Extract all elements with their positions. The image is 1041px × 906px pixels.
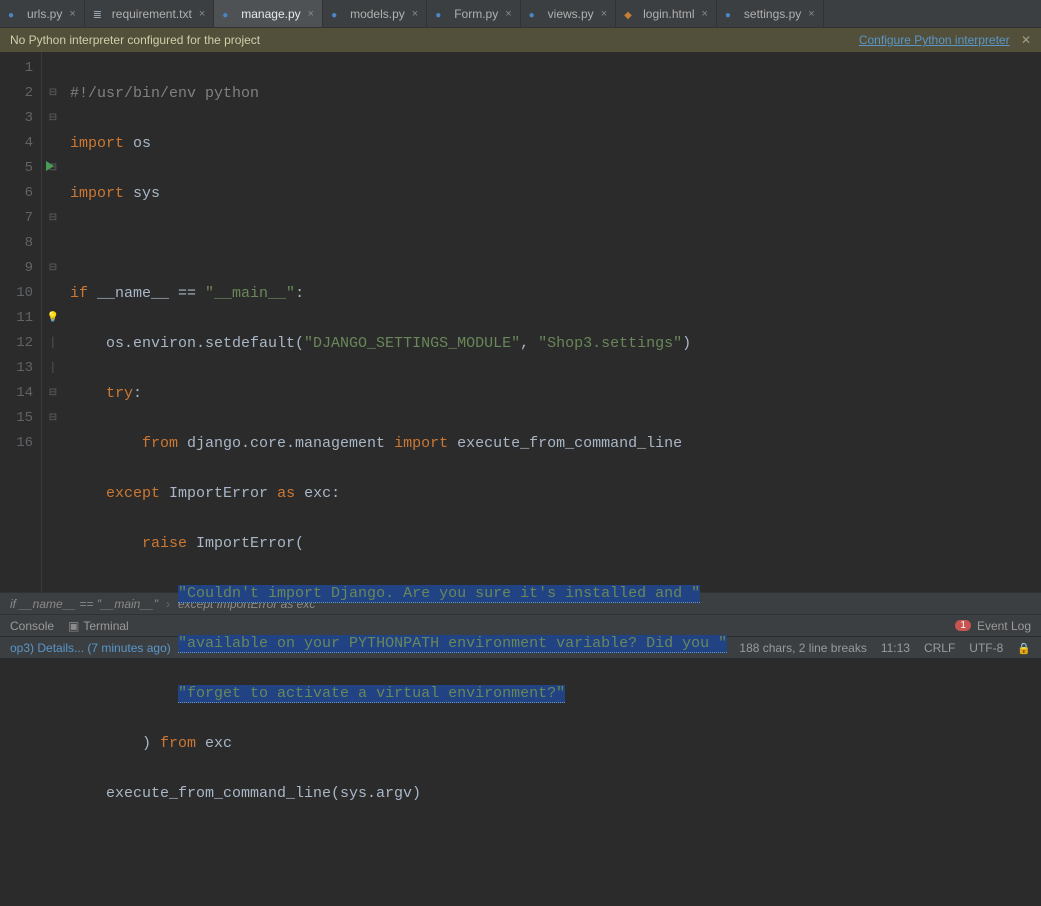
- line-number: 9: [0, 256, 33, 281]
- line-number: 15: [0, 406, 33, 431]
- configure-interpreter-link[interactable]: Configure Python interpreter: [859, 33, 1010, 47]
- line-number: 12: [0, 331, 33, 356]
- close-icon[interactable]: ×: [308, 8, 314, 20]
- file-icon: [222, 7, 236, 21]
- tab-requirement-txt[interactable]: requirement.txt ×: [85, 0, 214, 27]
- close-icon[interactable]: ✕: [1021, 33, 1031, 47]
- close-icon[interactable]: ×: [199, 8, 205, 20]
- tab-label: urls.py: [27, 7, 62, 21]
- tab-views-py[interactable]: views.py ×: [521, 0, 616, 27]
- file-icon: [725, 7, 739, 21]
- warning-text: No Python interpreter configured for the…: [10, 33, 260, 47]
- line-number: 7: [0, 206, 33, 231]
- close-icon[interactable]: ×: [505, 8, 511, 20]
- lightbulb-icon[interactable]: 💡: [42, 306, 64, 331]
- line-number: 8: [0, 231, 33, 256]
- line-number: 16: [0, 431, 33, 456]
- code-area[interactable]: #!/usr/bin/env python import os import s…: [64, 52, 1041, 592]
- close-icon[interactable]: ×: [69, 8, 75, 20]
- selected-text: "forget to activate a virtual environmen…: [178, 685, 565, 703]
- tab-label: manage.py: [241, 7, 300, 21]
- line-number: 3: [0, 106, 33, 131]
- close-icon[interactable]: ×: [808, 8, 814, 20]
- close-icon[interactable]: ×: [701, 8, 707, 20]
- tab-login-html[interactable]: login.html ×: [616, 0, 717, 27]
- file-icon: [435, 7, 449, 21]
- line-number: 2: [0, 81, 33, 106]
- tab-label: login.html: [643, 7, 694, 21]
- file-icon: [331, 7, 345, 21]
- close-icon[interactable]: ×: [412, 8, 418, 20]
- console-tab[interactable]: Console: [10, 619, 54, 633]
- tab-label: settings.py: [744, 7, 801, 21]
- tab-label: Form.py: [454, 7, 498, 21]
- editor-tab-bar: urls.py×requirement.txt×manage.py×models…: [0, 0, 1041, 28]
- selected-text: "available on your PYTHONPATH environmen…: [178, 635, 727, 653]
- line-number: 6: [0, 181, 33, 206]
- file-icon: [624, 7, 638, 21]
- file-icon: [93, 7, 107, 21]
- tab-manage-py[interactable]: manage.py ×: [214, 0, 323, 27]
- file-icon: [8, 7, 22, 21]
- file-icon: [529, 7, 543, 21]
- tab-label: views.py: [548, 7, 594, 21]
- tab-settings-py[interactable]: settings.py ×: [717, 0, 824, 27]
- tab-models-py[interactable]: models.py ×: [323, 0, 427, 27]
- fold-column: ⊟⊟ ⊟ ⊟ ⊟ 💡 ││⊟⊟: [42, 52, 64, 592]
- line-number: 14: [0, 381, 33, 406]
- tab-label: requirement.txt: [112, 7, 192, 21]
- close-icon[interactable]: ×: [601, 8, 607, 20]
- code-text: #!/usr/bin/env python: [70, 85, 259, 102]
- selected-text: "Couldn't import Django. Are you sure it…: [178, 585, 700, 603]
- line-number: 13: [0, 356, 33, 381]
- tab-urls-py[interactable]: urls.py ×: [0, 0, 85, 27]
- line-number: 5: [0, 156, 33, 181]
- interpreter-warning-bar: No Python interpreter configured for the…: [0, 28, 1041, 52]
- tab-label: models.py: [350, 7, 405, 21]
- line-number-gutter: 12345678910111213141516: [0, 52, 42, 592]
- tab-Form-py[interactable]: Form.py ×: [427, 0, 520, 27]
- run-icon[interactable]: [46, 161, 54, 171]
- line-number: 11: [0, 306, 33, 331]
- code-editor[interactable]: 12345678910111213141516 ⊟⊟ ⊟ ⊟ ⊟ 💡 ││⊟⊟ …: [0, 52, 1041, 592]
- line-number: 4: [0, 131, 33, 156]
- line-number: 10: [0, 281, 33, 306]
- line-number: 1: [0, 56, 33, 81]
